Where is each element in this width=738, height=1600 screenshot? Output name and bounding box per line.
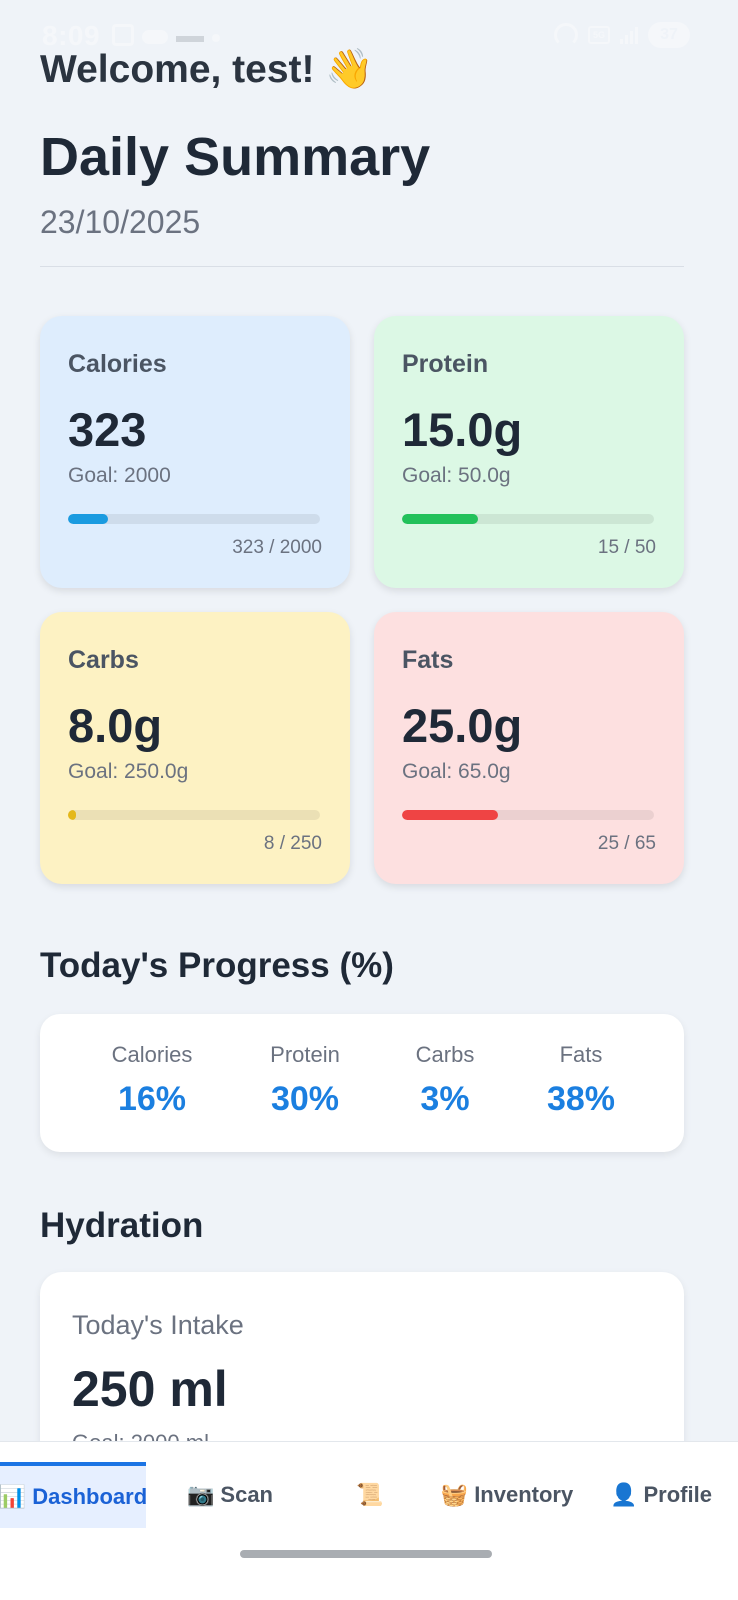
progress-stat-fats: Fats 38% bbox=[521, 1042, 641, 1119]
progress-stat-label: Calories bbox=[111, 1042, 193, 1067]
header-divider bbox=[40, 266, 684, 267]
hydration-section-title: Hydration bbox=[40, 1206, 204, 1245]
progress-stat-value: 3% bbox=[420, 1080, 470, 1118]
protein-goal: Goal: 50.0g bbox=[402, 464, 511, 487]
calories-card[interactable]: Calories 323 Goal: 2000 323 / 2000 bbox=[40, 316, 350, 588]
carbs-card[interactable]: Carbs 8.0g Goal: 250.0g 8 / 250 bbox=[40, 612, 350, 884]
nav-profile[interactable]: 👤 Profile bbox=[596, 1462, 726, 1528]
carbs-progress-bar bbox=[68, 810, 320, 820]
page-title: Daily Summary bbox=[40, 127, 431, 187]
nav-profile-label: Profile bbox=[643, 1482, 712, 1507]
more-notifications-dot-icon bbox=[212, 34, 220, 42]
app-notification-icon bbox=[176, 36, 204, 42]
progress-stat-label: Fats bbox=[559, 1042, 603, 1067]
hydration-intake-label: Today's Intake bbox=[72, 1310, 244, 1340]
status-bar: 8:09 5G 37 bbox=[0, 0, 738, 70]
progress-stat-protein: Protein 30% bbox=[245, 1042, 365, 1119]
fats-value: 25.0g bbox=[402, 699, 523, 752]
fats-progress-fill bbox=[402, 810, 498, 820]
summary-date: 23/10/2025 bbox=[40, 204, 201, 240]
nav-scroll[interactable]: 📜 bbox=[320, 1462, 420, 1528]
calories-ratio: 323 / 2000 bbox=[232, 537, 322, 558]
progress-stat-carbs: Carbs 3% bbox=[385, 1042, 505, 1119]
progress-stat-value: 30% bbox=[270, 1080, 340, 1118]
progress-stat-value: 16% bbox=[117, 1080, 187, 1118]
battery-icon: 37 bbox=[648, 22, 690, 48]
carbs-ratio: 8 / 250 bbox=[263, 833, 322, 854]
protein-label: Protein bbox=[402, 350, 489, 378]
bar-chart-icon: 📊 bbox=[0, 1484, 27, 1509]
progress-stat-calories: Calories 16% bbox=[92, 1042, 212, 1119]
bottom-nav: 📊 Dashboard 📷 Scan 📜 🧺 Inventory 👤 Profi… bbox=[0, 1441, 738, 1600]
fats-goal: Goal: 65.0g bbox=[402, 760, 511, 783]
camera-icon: 📷 bbox=[187, 1482, 215, 1507]
carbs-value: 8.0g bbox=[68, 699, 163, 752]
home-indicator[interactable] bbox=[240, 1550, 492, 1558]
protein-card[interactable]: Protein 15.0g Goal: 50.0g 15 / 50 bbox=[374, 316, 684, 588]
fats-progress-bar bbox=[402, 810, 654, 820]
screen: 8:09 5G 37 Welcome, test! 👋 Daily Summar… bbox=[0, 0, 738, 1600]
status-time: 8:09 bbox=[42, 20, 101, 51]
calories-goal: Goal: 2000 bbox=[68, 464, 171, 487]
carbs-goal: Goal: 250.0g bbox=[68, 760, 189, 783]
calories-progress-bar bbox=[68, 514, 320, 524]
nav-dashboard[interactable]: 📊 Dashboard bbox=[0, 1462, 148, 1528]
progress-stat-label: Protein bbox=[270, 1042, 340, 1067]
hotspot-icon bbox=[554, 23, 578, 47]
nav-dashboard-label: Dashboard bbox=[32, 1484, 148, 1509]
protein-ratio: 15 / 50 bbox=[597, 537, 656, 558]
hydration-intake-value: 250 ml bbox=[72, 1361, 228, 1417]
screenshot-icon bbox=[112, 24, 134, 46]
fats-ratio: 25 / 65 bbox=[597, 833, 656, 854]
scroll-icon: 📜 bbox=[356, 1482, 384, 1507]
protein-value: 15.0g bbox=[402, 403, 523, 456]
nav-inventory[interactable]: 🧺 Inventory bbox=[432, 1462, 582, 1528]
protein-progress-fill bbox=[402, 514, 478, 524]
calories-value: 323 bbox=[68, 403, 147, 456]
progress-card: Calories 16% Protein 30% Carbs 3% Fats 3… bbox=[40, 1014, 684, 1152]
nav-inventory-label: Inventory bbox=[474, 1482, 574, 1507]
calories-label: Calories bbox=[68, 350, 167, 378]
progress-stat-value: 38% bbox=[546, 1080, 616, 1118]
status-notification-icons bbox=[112, 24, 220, 46]
nav-scan[interactable]: 📷 Scan bbox=[160, 1462, 300, 1528]
carbs-label: Carbs bbox=[68, 646, 139, 674]
progress-stat-label: Carbs bbox=[415, 1042, 475, 1067]
user-icon: 👤 bbox=[610, 1482, 638, 1507]
calories-progress-fill bbox=[68, 514, 109, 524]
status-system-icons: 5G 37 bbox=[554, 22, 690, 48]
cloud-icon bbox=[142, 30, 168, 44]
basket-icon: 🧺 bbox=[440, 1482, 469, 1507]
protein-progress-bar bbox=[402, 514, 654, 524]
fats-card[interactable]: Fats 25.0g Goal: 65.0g 25 / 65 bbox=[374, 612, 684, 884]
progress-section-title: Today's Progress (%) bbox=[40, 946, 394, 985]
carbs-progress-fill bbox=[68, 810, 76, 820]
network-type-icon: 5G bbox=[588, 26, 610, 44]
fats-label: Fats bbox=[402, 646, 454, 674]
signal-icon bbox=[620, 26, 638, 44]
nav-scan-label: Scan bbox=[220, 1482, 273, 1507]
